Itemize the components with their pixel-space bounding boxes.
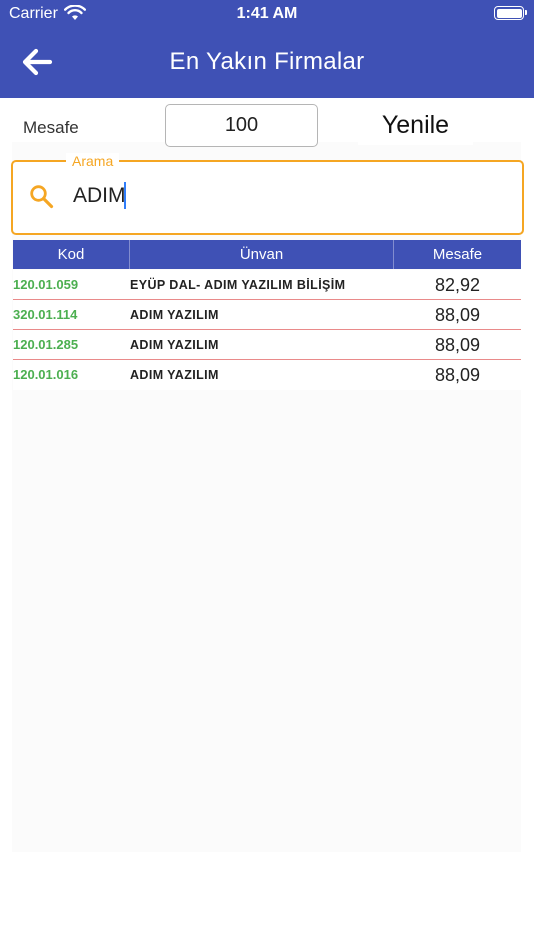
distance-input[interactable] <box>165 104 318 147</box>
search-input[interactable] <box>73 182 503 210</box>
row-code: 120.01.016 <box>13 367 79 382</box>
table-header: Kod Ünvan Mesafe <box>13 240 521 269</box>
row-distance: 88,09 <box>434 335 481 355</box>
table-row[interactable]: 120.01.016 ADIM YAZILIM 88,09 <box>13 360 521 390</box>
row-code: 320.01.114 <box>13 307 78 322</box>
search-legend: Arama <box>66 153 120 169</box>
refresh-button[interactable]: Yenile <box>358 106 473 145</box>
row-distance: 82,92 <box>434 275 481 295</box>
column-header-kod[interactable]: Kod <box>13 240 130 269</box>
battery-icon <box>494 6 527 20</box>
table-row[interactable]: 120.01.059 EYÜP DAL- ADIM YAZILIM BİLİŞİ… <box>13 270 521 300</box>
row-company: ADIM YAZILIM <box>130 308 219 322</box>
search-icon <box>30 185 54 209</box>
row-code: 120.01.059 <box>13 277 79 292</box>
status-bar: Carrier 1:41 AM <box>0 0 534 28</box>
row-code: 120.01.285 <box>13 337 79 352</box>
app-bar: Carrier 1:41 AM En Yakın Firmalar <box>0 0 534 98</box>
column-header-mesafe[interactable]: Mesafe <box>394 240 521 269</box>
row-distance: 88,09 <box>434 365 481 385</box>
row-company: ADIM YAZILIM <box>130 368 219 382</box>
row-company: ADIM YAZILIM <box>130 338 219 352</box>
distance-label: Mesafe <box>23 118 79 137</box>
row-company: EYÜP DAL- ADIM YAZILIM BİLİŞİM <box>130 278 346 292</box>
table-row[interactable]: 120.01.285 ADIM YAZILIM 88,09 <box>13 330 521 360</box>
column-header-unvan[interactable]: Ünvan <box>130 240 394 269</box>
table-row[interactable]: 320.01.114 ADIM YAZILIM 88,09 <box>13 300 521 330</box>
row-distance: 88,09 <box>434 305 481 325</box>
status-time: 1:41 AM <box>236 5 298 22</box>
page-title: En Yakın Firmalar <box>169 48 365 75</box>
text-cursor <box>124 182 126 209</box>
